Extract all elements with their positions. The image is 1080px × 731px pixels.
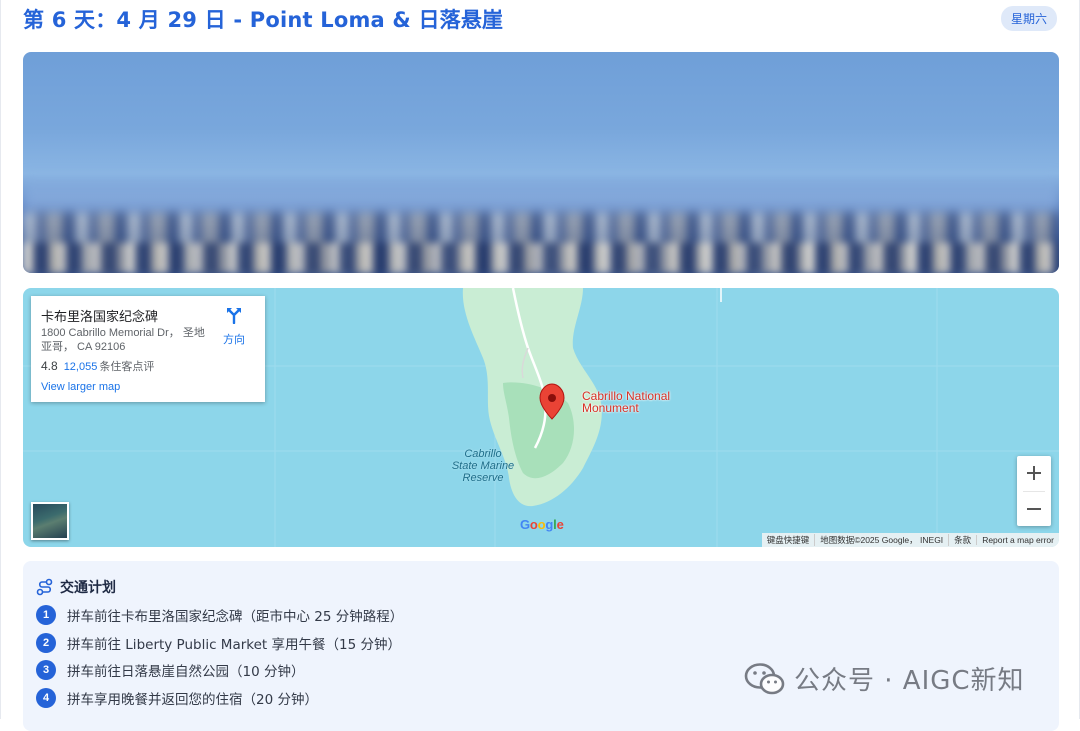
page: 第 6 天：4 月 29 日 - Point Loma & 日落悬崖 星期六 C… — [0, 0, 1080, 731]
zoom-out-button[interactable] — [1017, 492, 1051, 526]
google-logo: Google — [520, 517, 564, 532]
google-logo-letter: o — [529, 517, 538, 532]
step-text: 拼车前往卡布里洛国家纪念碑（距市中心 25 分钟路程） — [67, 609, 404, 625]
transport-step: 2 拼车前往 Liberty Public Market 享用午餐（15 分钟） — [36, 632, 403, 653]
directions-label: 方向 — [223, 334, 245, 346]
watermark-text: 公众号 · AIGC新知 — [794, 666, 1025, 696]
step-number: 4 — [36, 687, 56, 708]
step-number: 1 — [36, 605, 56, 625]
google-logo-letter: e — [556, 517, 564, 532]
directions-icon — [227, 308, 241, 325]
step-text: 拼车前往日落悬崖自然公园（10 分钟） — [67, 664, 305, 680]
step-number: 2 — [36, 632, 56, 653]
park-label-line3: Reserve — [462, 472, 504, 484]
terms-link[interactable]: 条款 — [948, 534, 976, 546]
plus-icon — [1027, 466, 1041, 480]
transport-title: 交通计划 — [60, 580, 116, 596]
google-logo-letter: G — [520, 517, 530, 532]
transport-header: 交通计划 — [36, 577, 116, 597]
place-rating: 4.8 12,055 条住客点评 — [41, 358, 154, 374]
map-footer: 键盘快捷键 地图数据©2025 Google， INEGI 条款 Report … — [761, 533, 1059, 547]
marine-reserve-label: Cabrillo State Marine Reserve — [433, 448, 533, 484]
transport-step: 1 拼车前往卡布里洛国家纪念碑（距市中心 25 分钟路程） — [36, 605, 403, 625]
google-logo-letter: g — [545, 517, 554, 532]
hero-image — [23, 52, 1059, 273]
transport-step: 4 拼车享用晚餐并返回您的住宿（20 分钟） — [36, 687, 403, 708]
satellite-view-toggle[interactable] — [31, 502, 69, 540]
watermark: 公众号 · AIGC新知 — [744, 660, 1025, 697]
marker-label-line2: Monument — [582, 401, 639, 415]
marker-label[interactable]: Cabrillo National Monument — [582, 390, 670, 414]
day-title: 第 6 天：4 月 29 日 - Point Loma & 日落悬崖 — [23, 8, 504, 32]
step-number: 3 — [36, 660, 56, 680]
review-count-link[interactable]: 12,055 — [64, 361, 98, 373]
transport-plan-panel: 交通计划 1 拼车前往卡布里洛国家纪念碑（距市中心 25 分钟路程） 2 拼车前… — [23, 561, 1059, 731]
keyboard-shortcuts-link[interactable]: 键盘快捷键 — [762, 534, 815, 546]
step-text: 拼车前往 Liberty Public Market 享用午餐（15 分钟） — [67, 636, 401, 653]
weekday-badge: 星期六 — [1000, 6, 1057, 31]
park-label-line1: Cabrillo — [464, 448, 502, 460]
place-name: 卡布里洛国家纪念碑 — [41, 309, 159, 324]
map-data-attribution: 地图数据©2025 Google， INEGI — [814, 534, 948, 546]
embedded-map[interactable]: Cabrillo National Monument Cabrillo Stat… — [23, 288, 1059, 547]
view-larger-map-link[interactable]: View larger map — [41, 381, 120, 393]
transport-step: 3 拼车前往日落悬崖自然公园（10 分钟） — [36, 660, 403, 680]
park-label-line2: State Marine — [451, 460, 515, 472]
zoom-control — [1017, 456, 1051, 526]
directions-button[interactable]: 方向 — [217, 306, 251, 347]
rating-value: 4.8 — [41, 359, 58, 373]
wechat-icon — [744, 662, 785, 694]
route-icon — [36, 578, 53, 596]
place-address: 1800 Cabrillo Memorial Dr， 圣地亚哥， CA 9210… — [41, 327, 205, 353]
review-count-suffix: 条住客点评 — [99, 361, 155, 373]
report-map-error-link[interactable]: Report a map error — [976, 535, 1059, 545]
minus-icon — [1027, 508, 1041, 510]
transport-steps: 1 拼车前往卡布里洛国家纪念碑（距市中心 25 分钟路程） 2 拼车前往 Lib… — [36, 605, 403, 715]
zoom-in-button[interactable] — [1017, 456, 1051, 490]
step-text: 拼车享用晚餐并返回您的住宿（20 分钟） — [67, 691, 318, 708]
place-info-card: 卡布里洛国家纪念碑 1800 Cabrillo Memorial Dr， 圣地亚… — [31, 296, 265, 402]
hero-city-foreground — [23, 243, 1059, 273]
